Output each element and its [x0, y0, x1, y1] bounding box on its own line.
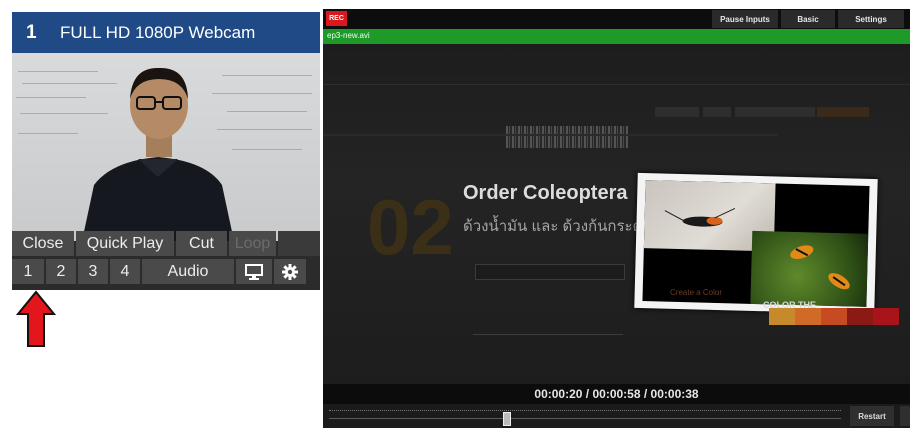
- ghost-block: [703, 107, 731, 117]
- swatch: [769, 308, 795, 325]
- scrub-handle[interactable]: [503, 412, 511, 426]
- time-sep: /: [643, 387, 648, 401]
- close-button[interactable]: Close: [12, 231, 74, 256]
- monitor-icon: [245, 263, 263, 280]
- filename-label: ep3-new.avi: [327, 31, 370, 40]
- swatch: [795, 308, 821, 325]
- beetle-icon: [790, 245, 850, 290]
- row1-spacer: [278, 231, 320, 256]
- overlay-1-button[interactable]: 1: [12, 259, 44, 284]
- input-title: FULL HD 1080P Webcam: [60, 23, 256, 42]
- time-total: 00:00:38: [650, 387, 699, 401]
- swatch: [873, 308, 899, 325]
- swatch: [847, 308, 873, 325]
- output-preview[interactable]: 02 Order Coleoptera ด้วงน้ำมัน และ ด้วงก…: [323, 44, 910, 384]
- quick-play-button[interactable]: Quick Play: [76, 231, 174, 256]
- overlay-2-button[interactable]: 2: [46, 259, 76, 284]
- slide-subtitle: ด้วงน้ำมัน และ ด้วงก้นกระดก: [463, 218, 652, 235]
- top-toolbar: REC Pause Inputs Basic Settings: [323, 9, 910, 29]
- input-action-row: Close Quick Play Cut Loop: [12, 231, 320, 256]
- scrub-track[interactable]: [329, 410, 841, 412]
- webcam-preview[interactable]: [12, 53, 320, 241]
- time-sep: /: [585, 387, 590, 401]
- ghost-line: [323, 134, 778, 136]
- scrub-line: [329, 418, 841, 419]
- slide-title: Order Coleoptera: [463, 182, 628, 204]
- color-swatches: [769, 308, 899, 325]
- input-header[interactable]: 1 FULL HD 1080P Webcam: [12, 12, 320, 53]
- audio-button[interactable]: Audio: [142, 259, 234, 284]
- slide-number: 02: [367, 183, 454, 271]
- filename-bar: ep3-new.avi: [323, 29, 910, 44]
- settings-button-top[interactable]: Settings: [838, 10, 904, 28]
- scrub-extra-button[interactable]: [900, 406, 910, 426]
- input-overlay-row: 1 2 3 4 Audio: [12, 259, 320, 284]
- loop-button[interactable]: Loop: [229, 231, 276, 256]
- overlay-3-button[interactable]: 3: [78, 259, 108, 284]
- ghost-line: [473, 334, 623, 335]
- barcode-graphic: [506, 126, 628, 148]
- basic-button[interactable]: Basic: [781, 10, 835, 28]
- red-arrow-icon: [16, 290, 56, 347]
- rec-button[interactable]: REC: [326, 11, 347, 26]
- person-figure: [82, 67, 234, 241]
- ghost-block: [735, 107, 815, 117]
- monitor-button[interactable]: [236, 259, 272, 284]
- restart-button[interactable]: Restart: [850, 406, 894, 426]
- beetle-photo-bottom: [750, 230, 869, 307]
- ghost-block: [817, 107, 869, 117]
- ghost-field: [475, 264, 625, 280]
- time-position: 00:00:20: [534, 387, 583, 401]
- swatch: [821, 308, 847, 325]
- overlay-4-button[interactable]: 4: [110, 259, 140, 284]
- timecode-bar: 00:00:20 / 00:00:58 / 00:00:38: [323, 384, 910, 404]
- app-window: REC Pause Inputs Basic Settings ep3-new.…: [323, 9, 910, 428]
- time-duration: 00:00:58: [592, 387, 641, 401]
- gear-icon: [282, 263, 298, 280]
- input-panel: 1 FULL HD 1080P Webcam Close Quick Play …: [12, 12, 320, 290]
- create-color-label: Create a Color: [670, 288, 723, 297]
- timecode: 00:00:20 / 00:00:58 / 00:00:38: [323, 387, 910, 401]
- scrub-bar: Restart: [323, 404, 910, 428]
- ghost-block: [655, 107, 699, 117]
- input-number: 1: [26, 22, 37, 43]
- settings-button[interactable]: [274, 259, 306, 284]
- ghost-line: [323, 84, 910, 85]
- cut-button[interactable]: Cut: [176, 231, 227, 256]
- pause-inputs-button[interactable]: Pause Inputs: [712, 10, 778, 28]
